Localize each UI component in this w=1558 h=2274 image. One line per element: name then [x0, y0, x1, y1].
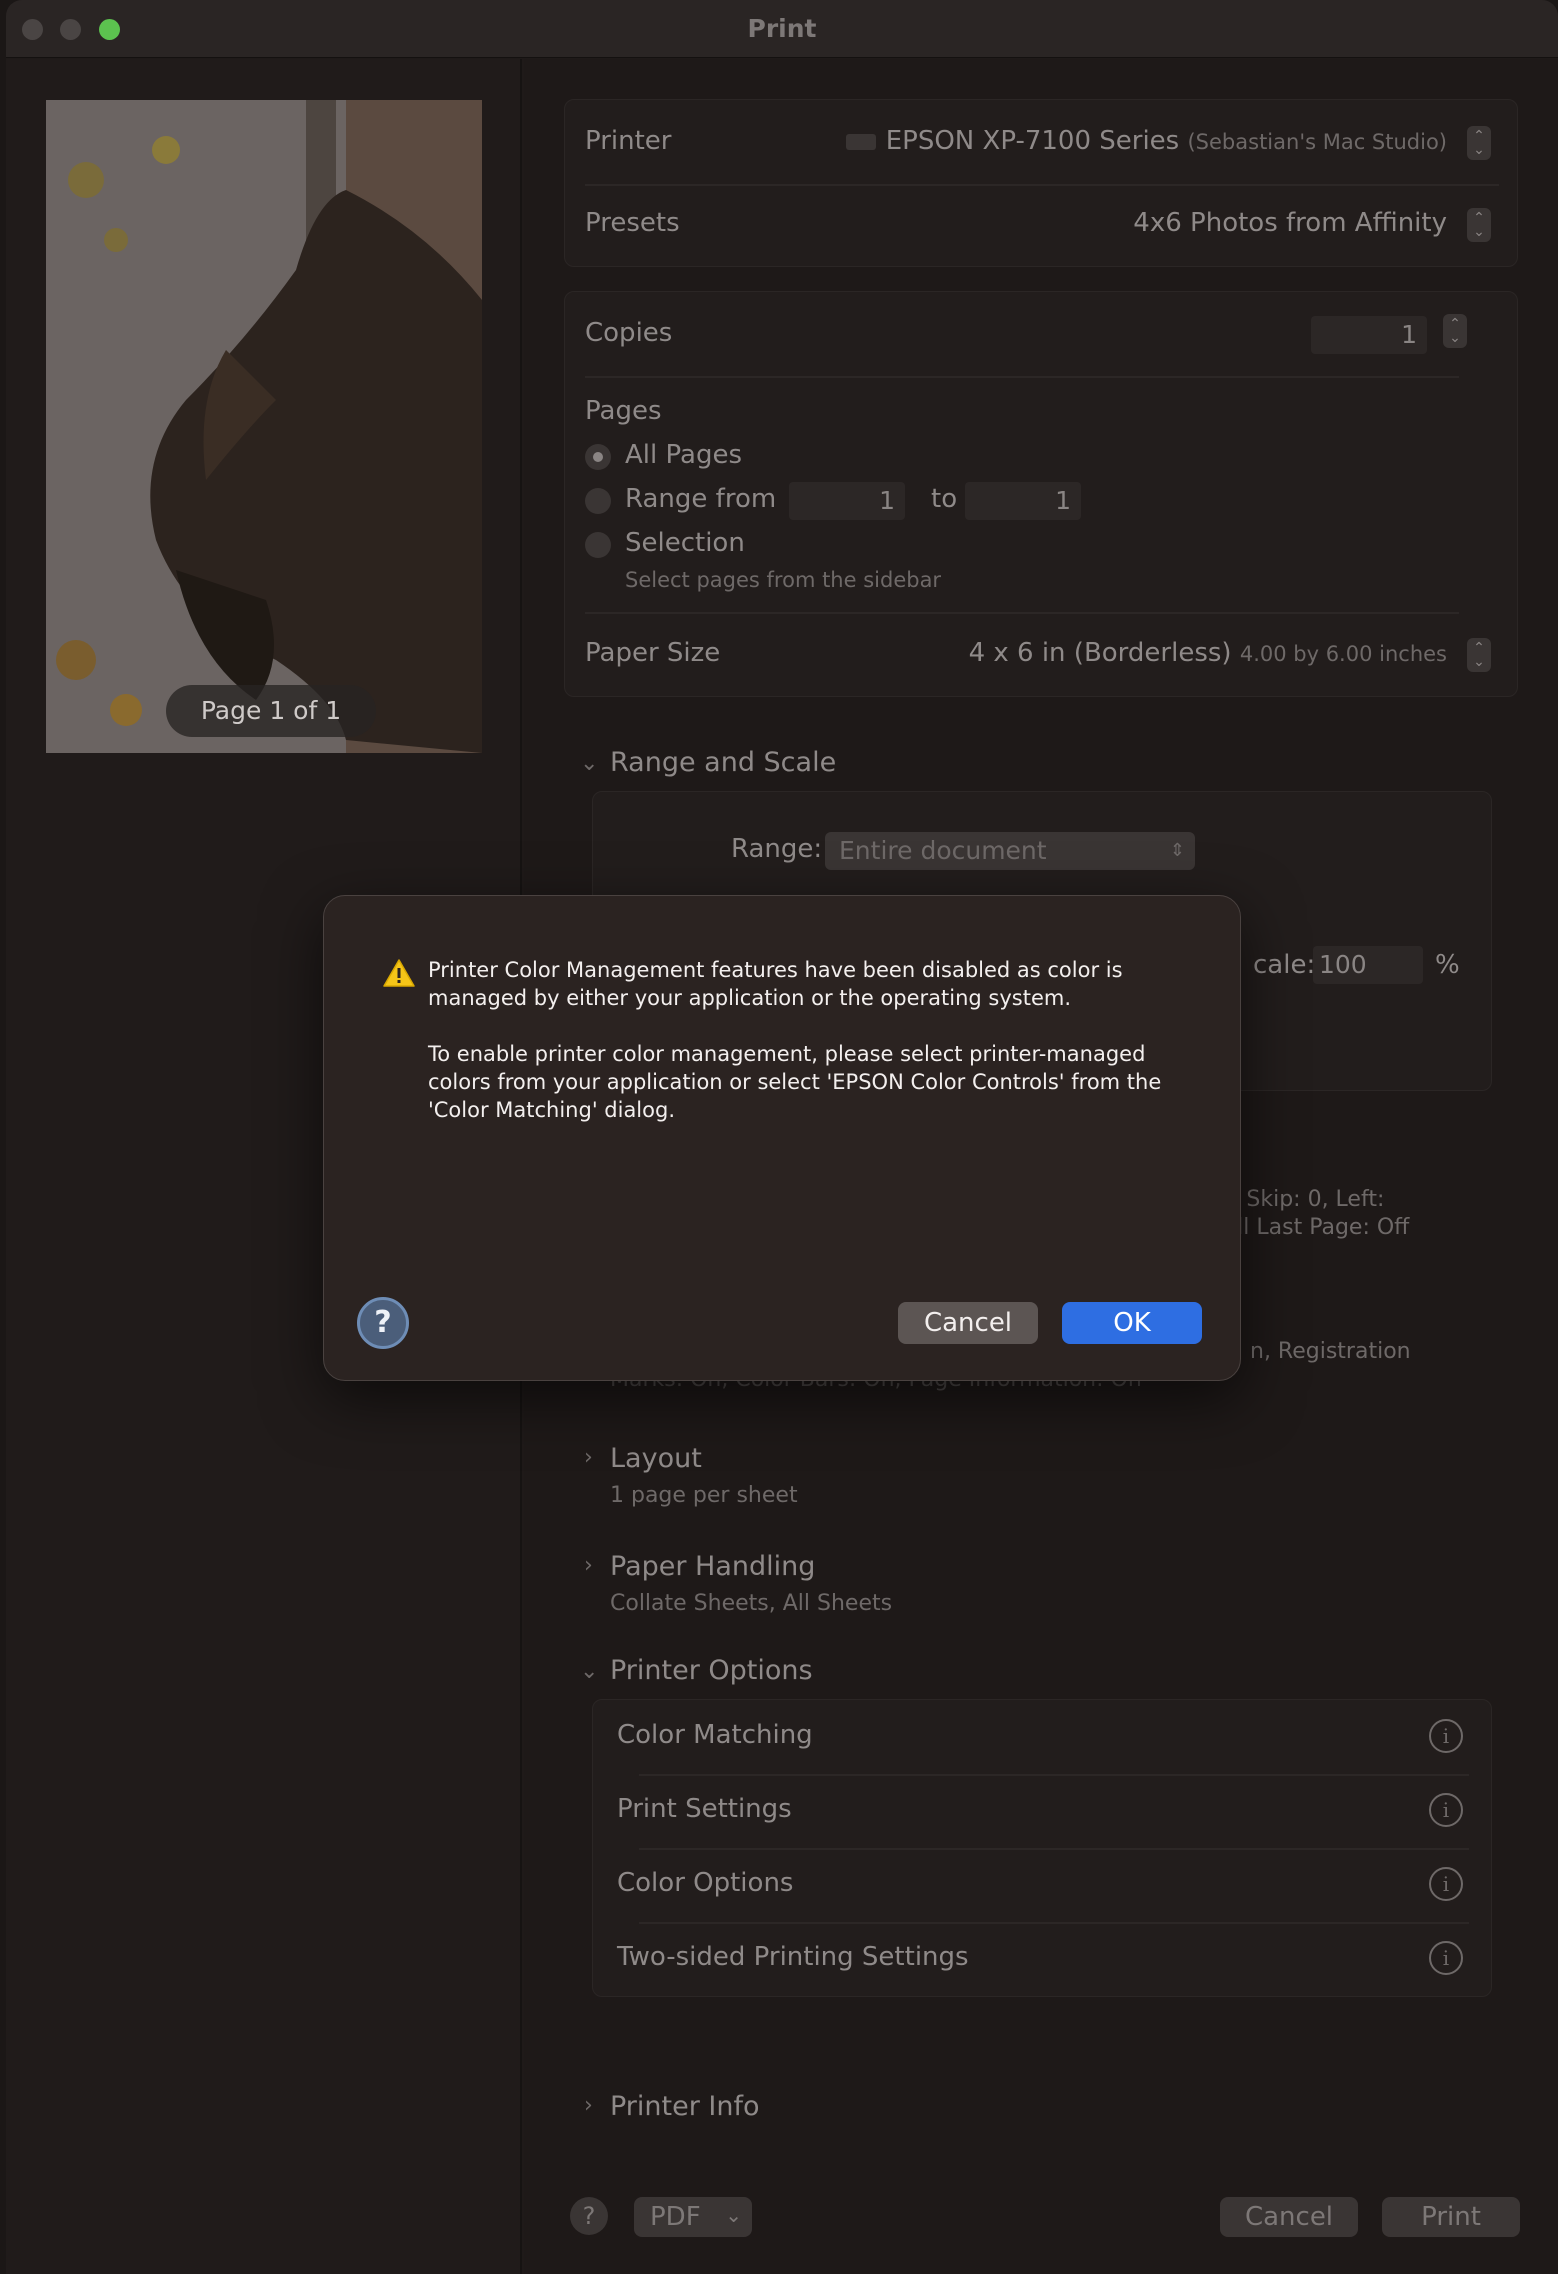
chevron-down-icon[interactable]: ⌄: [580, 751, 598, 776]
selection-radio[interactable]: [585, 532, 611, 558]
paper-size-label: Paper Size: [585, 638, 721, 668]
range-from-radio[interactable]: [585, 488, 611, 514]
all-pages-label: All Pages: [625, 440, 742, 470]
title-bar: Print: [6, 0, 1558, 58]
range-scale-header[interactable]: Range and Scale: [610, 747, 836, 778]
alert-help-button[interactable]: ?: [357, 1297, 409, 1349]
copies-stepper[interactable]: ⌃ ⌄: [1443, 314, 1467, 348]
printer-name: EPSON XP-7100 Series: [885, 126, 1180, 156]
printer-info-header[interactable]: Printer Info: [610, 2091, 760, 2122]
printer-icon: [845, 133, 876, 150]
paper-size-select[interactable]: 4 x 6 in (Borderless) 4.00 by 6.00 inche…: [969, 638, 1447, 668]
paper-size-value: 4 x 6 in (Borderless): [968, 638, 1232, 668]
printer-option-row[interactable]: Color Options i: [593, 1848, 1491, 1922]
paper-handling-summary: Collate Sheets, All Sheets: [610, 1591, 893, 1616]
presets-popup-arrows-icon[interactable]: ⌃ ⌄: [1467, 208, 1491, 242]
range-select-value: Entire document: [839, 836, 1047, 865]
option-two-sided: Two-sided Printing Settings: [617, 1942, 969, 1972]
alert-message: Printer Color Management features have b…: [428, 956, 1188, 1124]
selection-hint: Select pages from the sidebar: [625, 568, 942, 592]
printer-options-header[interactable]: Printer Options: [610, 1655, 813, 1686]
option-print-settings: Print Settings: [617, 1794, 792, 1824]
scale-label: cale:: [1253, 950, 1316, 980]
presets-label: Presets: [585, 208, 680, 238]
paper-size-popup-arrows-icon[interactable]: ⌃ ⌄: [1467, 638, 1491, 672]
printer-option-row[interactable]: Color Matching i: [593, 1700, 1491, 1774]
occluded-summary-3: n, Registration: [1250, 1339, 1411, 1364]
layout-header[interactable]: Layout: [610, 1443, 702, 1474]
presets-select[interactable]: 4x6 Photos from Affinity: [1133, 208, 1447, 238]
option-color-matching: Color Matching: [617, 1720, 813, 1750]
page-preview-thumbnail[interactable]: Page 1 of 1: [46, 100, 482, 753]
copies-field[interactable]: 1: [1311, 316, 1427, 354]
cancel-button[interactable]: Cancel: [1220, 2197, 1358, 2237]
alert-message-1: Printer Color Management features have b…: [428, 958, 1123, 1010]
chevron-right-icon[interactable]: ›: [584, 1445, 593, 1470]
chevron-down-icon: ⌄: [725, 2203, 742, 2227]
divider: [585, 612, 1459, 614]
all-pages-radio[interactable]: [585, 444, 611, 470]
layout-summary: 1 page per sheet: [610, 1483, 798, 1508]
copies-pages-box: Copies 1 ⌃ ⌄ Pages All Pages Range from 1…: [564, 291, 1518, 697]
info-icon[interactable]: i: [1429, 1941, 1463, 1975]
alert-ok-button[interactable]: OK: [1062, 1302, 1202, 1344]
range-from-label: Range from: [625, 484, 777, 514]
dog-photo-preview: [46, 100, 482, 753]
printer-select[interactable]: EPSON XP-7100 Series (Sebastian's Mac St…: [845, 126, 1447, 156]
chevron-updown-icon: ⇕: [1169, 840, 1185, 861]
warning-icon: [383, 959, 415, 987]
range-select[interactable]: Entire document ⇕: [825, 832, 1195, 870]
range-to-label: to: [931, 484, 958, 514]
pdf-label: PDF: [650, 2202, 701, 2232]
color-management-alert: Printer Color Management features have b…: [323, 895, 1241, 1381]
divider: [585, 184, 1499, 186]
info-icon[interactable]: i: [1429, 1793, 1463, 1827]
paper-handling-header[interactable]: Paper Handling: [610, 1551, 815, 1582]
printer-option-row[interactable]: Two-sided Printing Settings i: [593, 1922, 1491, 1996]
window-title: Print: [747, 14, 817, 43]
print-button[interactable]: Print: [1382, 2197, 1520, 2237]
scale-unit: %: [1435, 950, 1460, 980]
chevron-right-icon[interactable]: ›: [584, 1553, 593, 1578]
range-to-field[interactable]: 1: [965, 482, 1081, 520]
printer-option-row[interactable]: Print Settings i: [593, 1774, 1491, 1848]
paper-size-dims: 4.00 by 6.00 inches: [1239, 642, 1447, 666]
printer-presets-box: Printer EPSON XP-7100 Series (Sebastian'…: [564, 99, 1518, 267]
info-icon[interactable]: i: [1429, 1867, 1463, 1901]
printer-options-box: Color Matching i Print Settings i Color …: [592, 1699, 1492, 1997]
option-color-options: Color Options: [617, 1868, 794, 1898]
copies-label: Copies: [585, 318, 673, 348]
scale-field[interactable]: 100: [1313, 946, 1423, 984]
chevron-down-icon[interactable]: ⌄: [580, 1659, 598, 1684]
selection-label: Selection: [625, 528, 745, 558]
range-from-field[interactable]: 1: [789, 482, 905, 520]
printer-host: (Sebastian's Mac Studio): [1187, 130, 1447, 154]
pdf-menu-button[interactable]: PDF ⌄: [634, 2197, 752, 2237]
info-icon[interactable]: i: [1429, 1719, 1463, 1753]
pages-label: Pages: [585, 396, 662, 426]
printer-popup-arrows-icon[interactable]: ⌃ ⌄: [1467, 126, 1491, 160]
help-button[interactable]: ?: [570, 2197, 608, 2235]
alert-cancel-button[interactable]: Cancel: [898, 1302, 1038, 1344]
range-label: Range:: [731, 834, 823, 864]
chevron-right-icon[interactable]: ›: [584, 2093, 593, 2118]
divider: [585, 376, 1459, 378]
page-count-label: Page 1 of 1: [166, 685, 376, 737]
alert-message-2: To enable printer color management, plea…: [428, 1042, 1162, 1122]
printer-label: Printer: [585, 126, 672, 156]
